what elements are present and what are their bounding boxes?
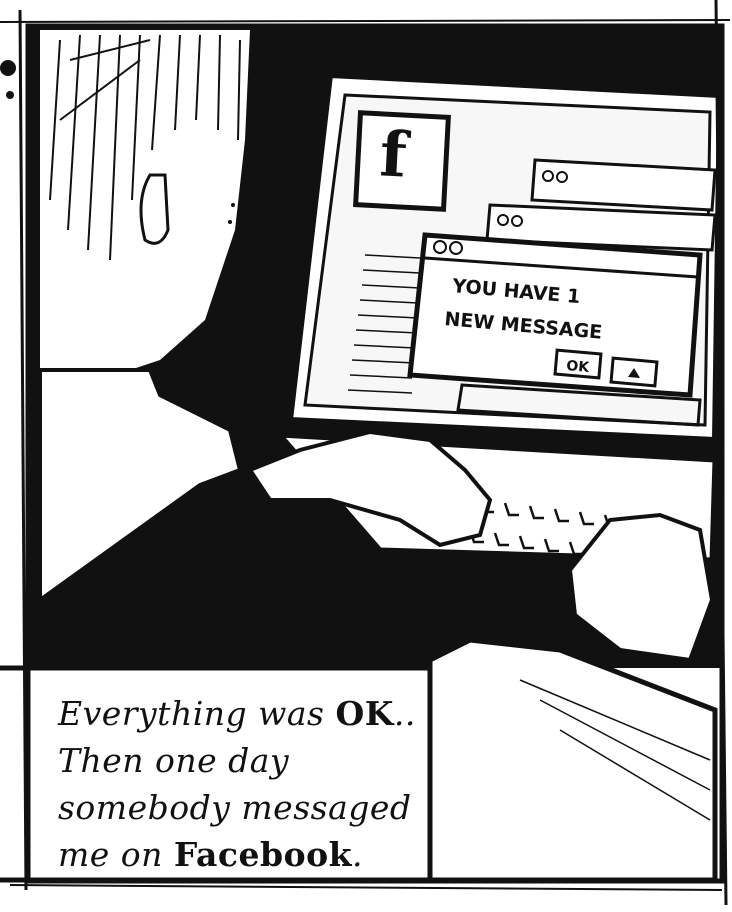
ear (139, 173, 170, 245)
story-caption: Everything was OK.. Then one day somebod… (58, 690, 415, 878)
caption-line-1-prefix: Everything was (58, 694, 336, 733)
caption-line-4-prefix: me on (58, 835, 174, 874)
ok-button[interactable]: OK (553, 348, 603, 380)
caption-line-4-suffix: . (351, 835, 363, 874)
ok-button-label: OK (566, 358, 591, 376)
caption-line-3: somebody messaged (58, 788, 412, 827)
background-window-1 (530, 158, 717, 212)
facebook-logo-letter: f (378, 117, 409, 192)
desk (427, 637, 718, 883)
caption-line-1: Everything was OK.. (58, 690, 415, 737)
caption-brand: Facebook (173, 835, 352, 874)
caption-line-1-suffix: .. (393, 694, 416, 733)
monitor: YOU HAVE 1 NEW MESSAGE OK (286, 71, 724, 444)
caption-line-2: Then one day (58, 741, 290, 780)
popup-second-button[interactable] (609, 356, 659, 388)
caption-line-4: me on Facebook. (58, 831, 388, 878)
caption-ok: OK (335, 694, 394, 733)
